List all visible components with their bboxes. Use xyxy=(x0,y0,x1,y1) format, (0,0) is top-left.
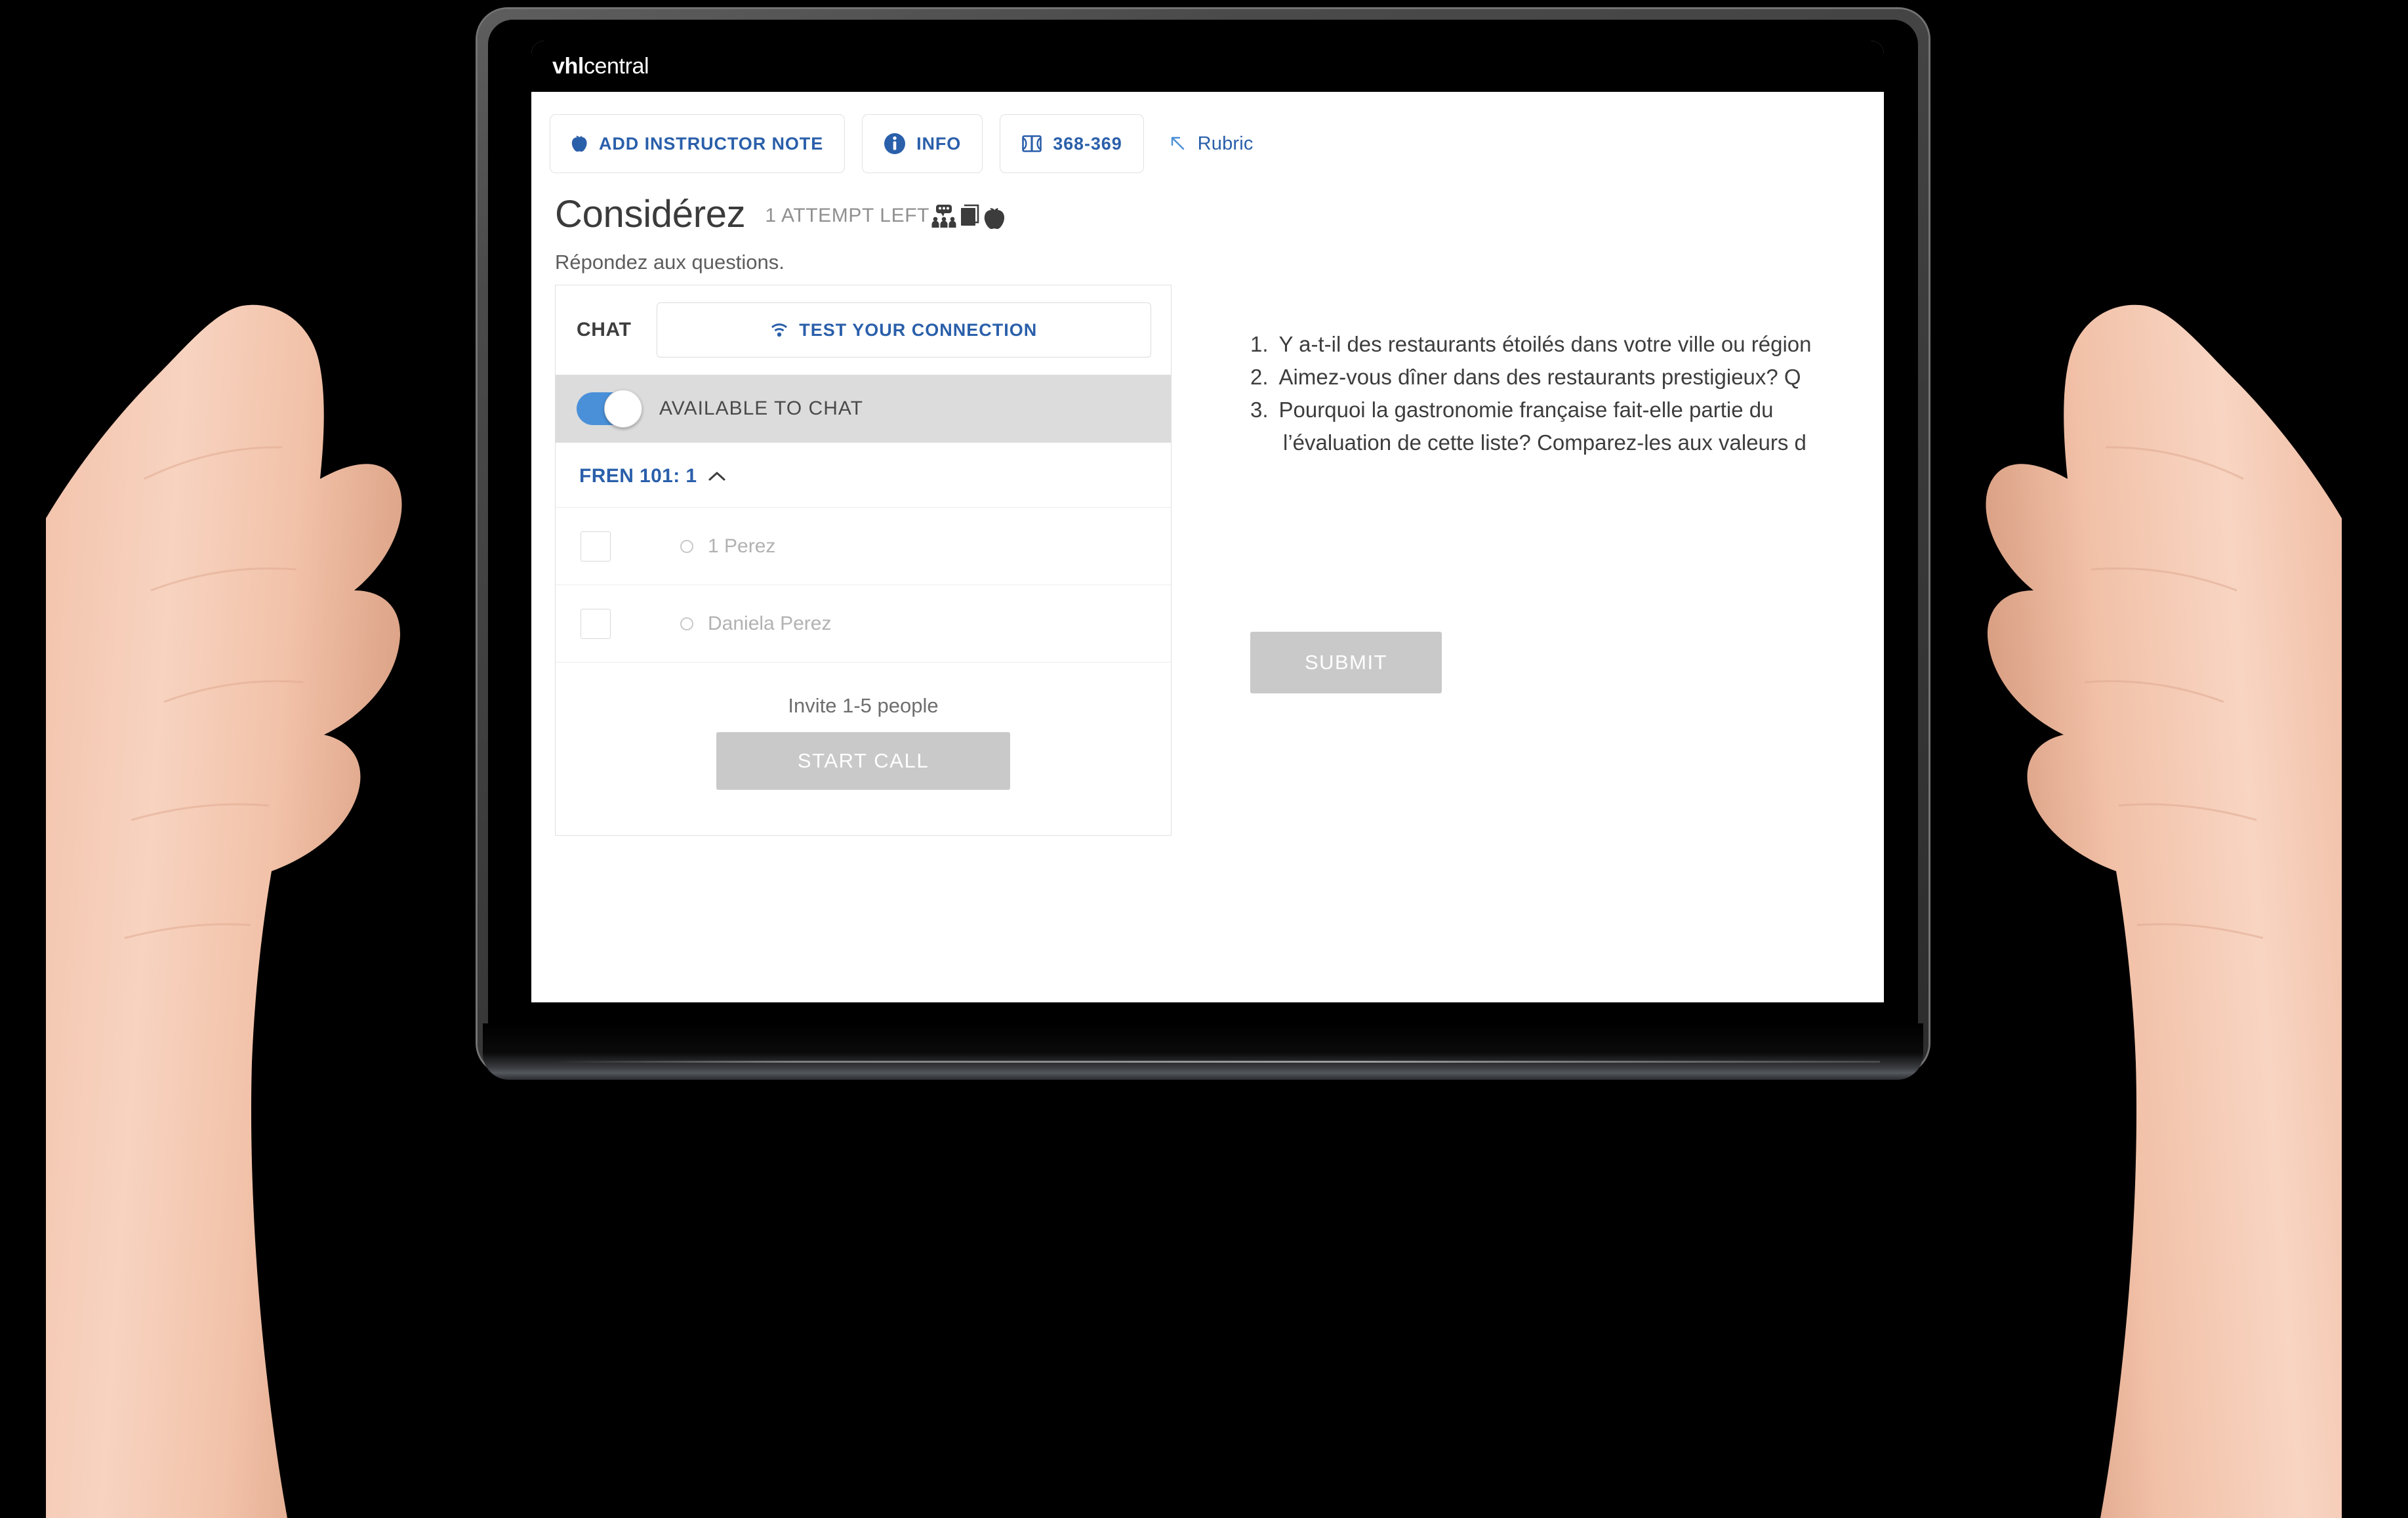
apple-icon xyxy=(571,134,588,154)
test-connection-button[interactable]: TEST YOUR CONNECTION xyxy=(656,302,1151,358)
invite-zone: Invite 1-5 people START CALL xyxy=(556,662,1171,816)
status-indicator-offline xyxy=(680,539,693,553)
question-text-continued: l’évaluation de cette liste? Comparez-le… xyxy=(1283,430,1806,455)
question-number: 1. xyxy=(1250,332,1269,356)
page-title: Considérez xyxy=(555,193,746,236)
question-item: 2. Aimez-vous dîner dans des restaurants… xyxy=(1250,361,1884,394)
available-to-chat-toggle[interactable] xyxy=(577,390,642,428)
app-bar: vhlcentral xyxy=(531,41,1884,92)
attempts-left-text: 1 ATTEMPT LEFT xyxy=(765,205,930,226)
toggle-knob xyxy=(604,390,642,428)
attempt-status: 1 ATTEMPT LEFT xyxy=(765,203,1007,234)
logo-regular-part: central xyxy=(583,54,649,79)
question-number: 3. xyxy=(1250,398,1269,422)
course-group-header[interactable]: FREN 101: 1 xyxy=(556,443,1171,507)
chevron-up-icon xyxy=(707,470,727,483)
chat-panel: CHAT TEST YOUR CONNECTION AVAILABLE TO C… xyxy=(555,285,1172,836)
apple-icon xyxy=(983,203,1007,229)
info-button[interactable]: INFO xyxy=(862,114,983,173)
tablet-bottom-edge xyxy=(483,1023,1923,1080)
add-instructor-note-button[interactable]: ADD INSTRUCTOR NOTE xyxy=(550,114,846,173)
test-connection-label: TEST YOUR CONNECTION xyxy=(799,319,1038,340)
add-instructor-note-label: ADD INSTRUCTOR NOTE xyxy=(599,133,824,154)
left-hand xyxy=(46,304,402,1518)
invite-hint-text: Invite 1-5 people xyxy=(788,694,939,717)
question-item: 3. Pourquoi la gastronomie française fai… xyxy=(1250,394,1884,426)
info-label: INFO xyxy=(916,133,962,154)
question-text: Y a-t-il des restaurants étoilés dans vo… xyxy=(1278,332,1812,356)
wifi-icon xyxy=(770,321,788,338)
availability-row: AVAILABLE TO CHAT xyxy=(556,375,1171,443)
arrow-up-left-icon xyxy=(1168,134,1187,154)
question-panel: 1. Y a-t-il des restaurants étoilés dans… xyxy=(1172,285,1884,693)
question-item: 1. Y a-t-il des restaurants étoilés dans… xyxy=(1250,328,1884,361)
chat-title: CHAT xyxy=(577,319,632,340)
list-item[interactable]: Daniela Perez xyxy=(556,585,1171,662)
submit-button[interactable]: SUBMIT xyxy=(1250,631,1442,693)
tablet-screen: vhlcentral ADD INSTRUCTOR NOTE INFO 368-… xyxy=(531,41,1884,1002)
exercise-body: CHAT TEST YOUR CONNECTION AVAILABLE TO C… xyxy=(531,285,1884,836)
vhlcentral-logo[interactable]: vhlcentral xyxy=(552,55,649,77)
list-item[interactable]: 1 Perez xyxy=(556,507,1171,585)
screenshot-stage: vhlcentral ADD INSTRUCTOR NOTE INFO 368-… xyxy=(0,0,2408,1518)
page-range-label: 368-369 xyxy=(1053,133,1122,154)
exercise-header: Considérez 1 ATTEMPT LEFT xyxy=(531,193,1884,234)
book-pages-icon xyxy=(1021,134,1042,154)
partner-chat-icon xyxy=(931,203,957,229)
participant-checkbox[interactable] xyxy=(581,531,611,562)
logo-bold-part: vhl xyxy=(552,54,584,79)
available-to-chat-label: AVAILABLE TO CHAT xyxy=(659,398,863,419)
instruction-text: Répondez aux questions. xyxy=(555,251,785,274)
participant-checkbox[interactable] xyxy=(581,608,611,639)
exercise-toolbar: ADD INSTRUCTOR NOTE INFO 368-369 Rubric xyxy=(531,92,1884,193)
course-group-label: FREN 101: 1 xyxy=(579,465,697,487)
rubric-button[interactable]: Rubric xyxy=(1160,114,1275,173)
page-range-button[interactable]: 368-369 xyxy=(1000,114,1144,173)
start-call-button[interactable]: START CALL xyxy=(716,732,1010,790)
status-indicator-offline xyxy=(680,617,693,630)
question-text: Aimez-vous dîner dans des restaurants pr… xyxy=(1278,365,1801,390)
question-number: 2. xyxy=(1250,365,1269,390)
book-icon xyxy=(958,203,982,229)
participant-name: 1 Perez xyxy=(708,535,776,557)
chat-panel-header: CHAT TEST YOUR CONNECTION xyxy=(556,285,1171,375)
info-icon xyxy=(884,133,906,155)
rubric-label: Rubric xyxy=(1197,133,1254,154)
participant-name: Daniela Perez xyxy=(708,612,832,634)
question-text: Pourquoi la gastronomie française fait-e… xyxy=(1278,398,1774,422)
